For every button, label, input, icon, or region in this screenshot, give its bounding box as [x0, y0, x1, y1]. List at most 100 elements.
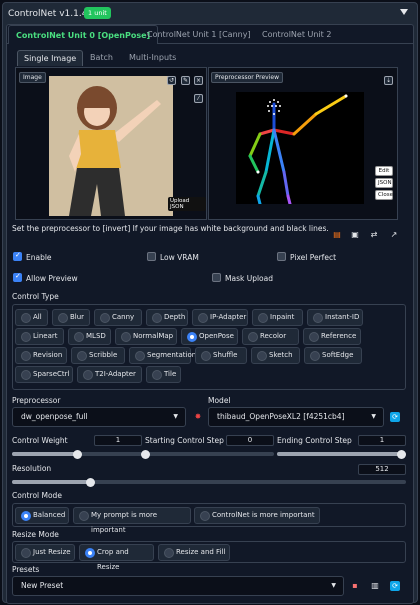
control-weight-label: Control Weight [12, 436, 68, 445]
control-mode-prompt[interactable]: My prompt is more important [73, 507, 191, 534]
preview-label: Preprocessor Preview [211, 72, 283, 83]
tab-unit-2[interactable]: ControlNet Unit 2 [255, 25, 338, 44]
preview-edit-button[interactable]: Edit [375, 166, 393, 176]
magic-wand-icon[interactable]: ⁄ [194, 94, 203, 103]
tab-multi-inputs[interactable]: Multi-Inputs [123, 50, 182, 66]
control-mode-label: Control Mode [12, 491, 62, 500]
allow-preview-label: Allow Preview [26, 274, 78, 283]
mask-upload-label: Mask Upload [225, 274, 273, 283]
preview-json-button[interactable]: JSON [375, 178, 393, 188]
control-type-ip-adapter[interactable]: IP-Adapter [192, 309, 248, 326]
chevron-down-icon: ▼ [371, 413, 376, 420]
control-mode-controlnet[interactable]: ControlNet is more important [194, 507, 320, 524]
pixel-perfect-checkbox[interactable] [277, 252, 286, 261]
control-type-normalmap[interactable]: NormalMap [115, 328, 177, 345]
mask-upload-checkbox[interactable] [212, 273, 221, 282]
edit-icon[interactable]: ✎ [181, 76, 190, 85]
resolution-fill [12, 480, 91, 484]
tab-batch[interactable]: Batch [84, 50, 119, 66]
enable-label: Enable [26, 253, 52, 262]
control-type-sparsectrl[interactable]: SparseCtrl [15, 366, 73, 383]
control-type-mlsd[interactable]: MLSD [68, 328, 111, 345]
control-weight-thumb[interactable] [72, 450, 82, 459]
control-weight-fill [12, 452, 77, 456]
control-type-t2i-adapter[interactable]: T2I-Adapter [77, 366, 142, 383]
save-preset-icon[interactable]: ▪ [350, 581, 360, 591]
control-type-reference[interactable]: Reference [303, 328, 361, 345]
pixel-perfect-label: Pixel Perfect [290, 253, 337, 262]
model-value: thibaud_OpenPoseXL2 [f4251cb4] [217, 412, 345, 421]
control-type-scribble[interactable]: Scribble [71, 347, 125, 364]
start-step-track[interactable] [145, 452, 274, 456]
upload-json-button[interactable]: Upload JSON [168, 197, 206, 211]
resize-mode-crop-resize[interactable]: Crop and Resize [79, 544, 154, 571]
collapse-triangle-icon[interactable] [399, 7, 409, 17]
tab-unit-1[interactable]: ControlNet Unit 1 [Canny] [140, 25, 258, 44]
model-dropdown[interactable]: thibaud_OpenPoseXL2 [f4251cb4] ▼ [208, 407, 384, 427]
new-canvas-icon[interactable]: ▤ [332, 230, 342, 240]
control-type-openpose[interactable]: OpenPose [181, 328, 238, 345]
end-step-thumb[interactable] [396, 450, 406, 459]
control-type-lineart[interactable]: Lineart [15, 328, 64, 345]
tab-unit-0[interactable]: ControlNet Unit 0 [OpenPose] [8, 25, 159, 44]
control-type-label: Control Type [12, 292, 59, 301]
control-type-blur[interactable]: Blur [52, 309, 90, 326]
tab-single-image[interactable]: Single Image [17, 50, 84, 66]
low-vram-checkbox[interactable] [147, 252, 156, 261]
refresh-presets-icon[interactable]: ⟳ [390, 581, 400, 591]
delete-preset-icon[interactable]: ▥ [370, 581, 380, 591]
control-type-softedge[interactable]: SoftEdge [304, 347, 362, 364]
preprocessor-dropdown[interactable]: dw_openpose_full ▼ [12, 407, 186, 427]
chevron-down-icon: ▼ [331, 582, 336, 589]
pose-skeleton-image [236, 92, 364, 204]
chevron-down-icon: ▼ [173, 413, 178, 420]
undo-icon[interactable]: ↺ [167, 76, 176, 85]
end-step-input[interactable]: 1 [358, 435, 406, 446]
control-type-instant-id[interactable]: Instant-ID [307, 309, 363, 326]
resolution-input[interactable]: 512 [358, 464, 406, 475]
presets-value: New Preset [21, 581, 64, 590]
preprocessor-preview-area: Preprocessor Preview ⇣ Edit JSON Close [208, 67, 398, 220]
preview-close-button[interactable]: Close [375, 190, 393, 200]
send-dimensions-icon[interactable]: ↗ [389, 230, 399, 240]
preprocessor-label: Preprocessor [12, 396, 61, 405]
resize-mode-resize-fill[interactable]: Resize and Fill [158, 544, 230, 561]
start-step-thumb[interactable] [140, 450, 150, 459]
image-label: Image [19, 72, 46, 83]
refresh-models-icon[interactable]: ⟳ [390, 412, 400, 422]
run-preprocessor-icon[interactable]: ✸ [193, 412, 203, 422]
uploaded-image [49, 76, 173, 216]
swap-icon[interactable]: ⇄ [369, 230, 379, 240]
camera-icon[interactable]: ▣ [350, 230, 360, 240]
control-type-all[interactable]: All [15, 309, 48, 326]
control-type-inpaint[interactable]: Inpaint [252, 309, 303, 326]
start-step-label: Starting Control Step [145, 436, 224, 445]
control-type-revision[interactable]: Revision [15, 347, 67, 364]
invert-hint: Set the preprocessor to [invert] If your… [12, 224, 329, 233]
image-input-area[interactable]: Image ↺ ✎ × ⁄ Upload JSON [15, 67, 207, 220]
end-step-fill [277, 452, 401, 456]
control-type-recolor[interactable]: Recolor [242, 328, 299, 345]
unit-count-badge: 1 unit [84, 7, 111, 19]
close-icon[interactable]: × [194, 76, 203, 85]
presets-dropdown[interactable]: New Preset ▼ [12, 576, 344, 596]
control-type-shuffle[interactable]: Shuffle [195, 347, 247, 364]
resolution-label: Resolution [12, 464, 52, 473]
presets-label: Presets [12, 565, 40, 574]
preprocessor-value: dw_openpose_full [21, 412, 88, 421]
allow-preview-checkbox[interactable] [13, 272, 22, 282]
control-weight-input[interactable]: 1 [94, 435, 142, 446]
resize-mode-label: Resize Mode [12, 530, 59, 539]
start-step-input[interactable]: 0 [226, 435, 274, 446]
low-vram-label: Low VRAM [160, 253, 199, 262]
control-type-tile[interactable]: Tile [146, 366, 181, 383]
control-type-sketch[interactable]: Sketch [251, 347, 300, 364]
download-icon[interactable]: ⇣ [384, 76, 393, 85]
enable-checkbox[interactable] [13, 251, 22, 261]
control-mode-balanced[interactable]: Balanced [15, 507, 69, 524]
control-type-depth[interactable]: Depth [146, 309, 188, 326]
control-type-segmentation[interactable]: Segmentation [129, 347, 196, 364]
control-type-canny[interactable]: Canny [94, 309, 142, 326]
resize-mode-just-resize[interactable]: Just Resize [15, 544, 75, 561]
end-step-label: Ending Control Step [277, 436, 352, 445]
